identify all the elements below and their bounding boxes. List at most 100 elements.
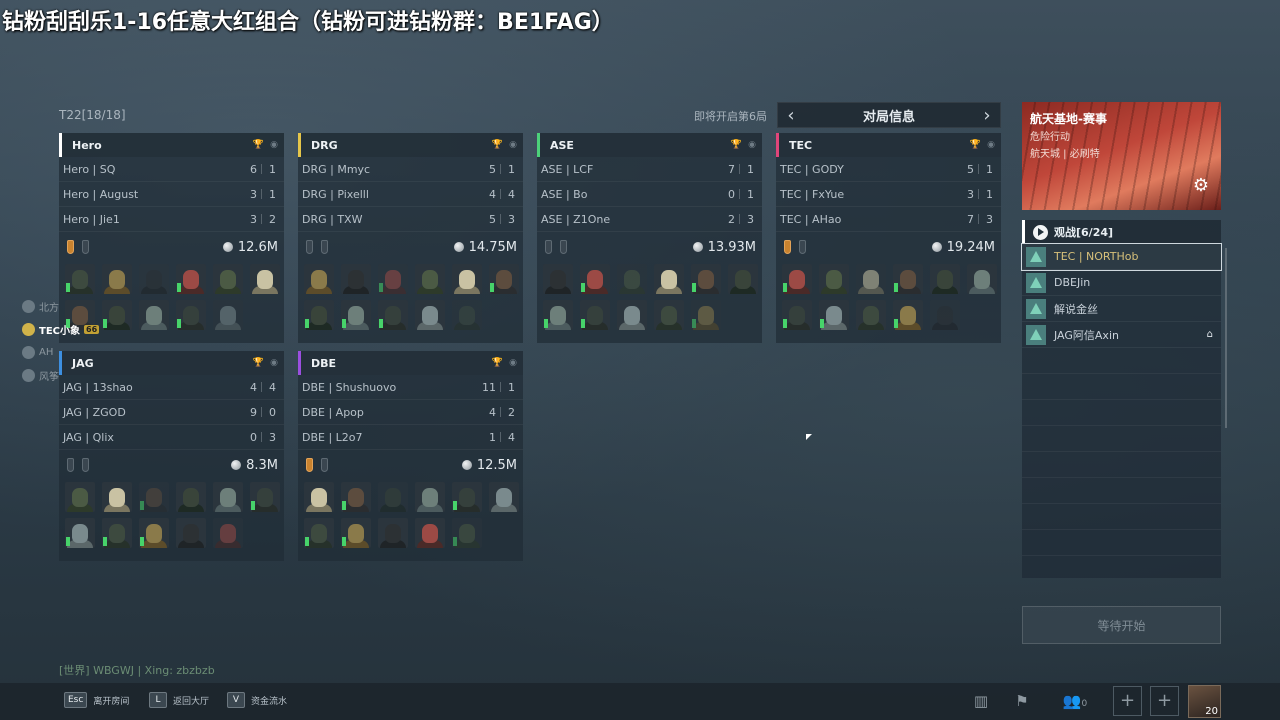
operator-avatar[interactable] bbox=[304, 264, 334, 294]
operator-avatar[interactable] bbox=[139, 300, 169, 330]
player-row[interactable]: Hero | SQ 6 1 bbox=[59, 157, 284, 182]
spectator-row[interactable]: DBEJin bbox=[1022, 270, 1221, 296]
operator-avatar[interactable] bbox=[304, 300, 334, 330]
operator-avatar[interactable] bbox=[782, 264, 812, 294]
operator-avatar[interactable] bbox=[415, 518, 445, 548]
player-row[interactable]: JAG | ZGOD 9 0 bbox=[59, 400, 284, 425]
operator-avatar[interactable] bbox=[691, 300, 721, 330]
operator-avatar[interactable] bbox=[341, 300, 371, 330]
operator-avatar[interactable] bbox=[543, 264, 573, 294]
operator-avatar[interactable] bbox=[930, 300, 960, 330]
operator-avatar[interactable] bbox=[819, 264, 849, 294]
left-list-item[interactable]: AH bbox=[22, 341, 99, 364]
operator-avatar[interactable] bbox=[654, 264, 684, 294]
operator-avatar[interactable] bbox=[304, 482, 334, 512]
player-row[interactable]: TEC | FxYue 3 1 bbox=[776, 182, 1001, 207]
player-avatar[interactable]: 20 bbox=[1188, 685, 1221, 718]
player-row[interactable]: ASE | Bo 0 1 bbox=[537, 182, 762, 207]
operator-avatar[interactable] bbox=[580, 300, 610, 330]
operator-avatar[interactable] bbox=[489, 482, 519, 512]
operator-avatar[interactable] bbox=[250, 482, 280, 512]
operator-avatar[interactable] bbox=[102, 482, 132, 512]
funds-flow-button[interactable]: V 资金流水 bbox=[227, 692, 287, 708]
player-row[interactable]: JAG | Qlix 0 3 bbox=[59, 425, 284, 450]
operator-avatar[interactable] bbox=[378, 300, 408, 330]
operator-avatar[interactable] bbox=[378, 518, 408, 548]
wait-start-button[interactable]: 等待开始 bbox=[1022, 606, 1221, 644]
operator-avatar[interactable] bbox=[65, 264, 95, 294]
operator-avatar[interactable] bbox=[782, 300, 812, 330]
operator-avatar[interactable] bbox=[415, 300, 445, 330]
add-slot-button[interactable]: + bbox=[1113, 686, 1142, 716]
spectator-row[interactable]: TEC | NORTHob bbox=[1021, 243, 1222, 271]
operator-avatar[interactable] bbox=[102, 300, 132, 330]
player-row[interactable]: DRG | TXW 5 3 bbox=[298, 207, 523, 232]
player-row[interactable]: Hero | August 3 1 bbox=[59, 182, 284, 207]
operator-avatar[interactable] bbox=[415, 482, 445, 512]
operator-avatar[interactable] bbox=[930, 264, 960, 294]
operator-avatar[interactable] bbox=[543, 300, 573, 330]
operator-avatar[interactable] bbox=[489, 264, 519, 294]
operator-avatar[interactable] bbox=[176, 264, 206, 294]
flag-icon[interactable]: ⚑ bbox=[1011, 690, 1033, 712]
operator-avatar[interactable] bbox=[617, 264, 647, 294]
operator-avatar[interactable] bbox=[341, 482, 371, 512]
spectator-scrollbar[interactable] bbox=[1225, 248, 1227, 428]
operator-avatar[interactable] bbox=[617, 300, 647, 330]
operator-avatar[interactable] bbox=[452, 264, 482, 294]
operator-avatar[interactable] bbox=[819, 300, 849, 330]
leave-room-button[interactable]: Esc 离开房间 bbox=[64, 692, 129, 708]
operator-avatar[interactable] bbox=[213, 300, 243, 330]
operator-avatar[interactable] bbox=[102, 518, 132, 548]
operator-avatar[interactable] bbox=[65, 482, 95, 512]
spectator-row[interactable]: 解说金丝 bbox=[1022, 296, 1221, 322]
operator-avatar[interactable] bbox=[213, 482, 243, 512]
operator-avatar[interactable] bbox=[452, 300, 482, 330]
player-row[interactable]: TEC | GODY 5 1 bbox=[776, 157, 1001, 182]
operator-avatar[interactable] bbox=[580, 264, 610, 294]
player-row[interactable]: ASE | LCF 7 1 bbox=[537, 157, 762, 182]
player-row[interactable]: DBE | L2o7 1 4 bbox=[298, 425, 523, 450]
operator-avatar[interactable] bbox=[856, 300, 886, 330]
operator-avatar[interactable] bbox=[967, 264, 997, 294]
operator-avatar[interactable] bbox=[378, 482, 408, 512]
stats-chart-icon[interactable]: ▥ bbox=[970, 690, 992, 712]
operator-avatar[interactable] bbox=[139, 264, 169, 294]
player-row[interactable]: TEC | AHao 7 3 bbox=[776, 207, 1001, 232]
operator-avatar[interactable] bbox=[341, 518, 371, 548]
operator-avatar[interactable] bbox=[893, 300, 923, 330]
friends-icon[interactable]: 👥0 bbox=[1058, 690, 1092, 712]
operator-avatar[interactable] bbox=[102, 264, 132, 294]
operator-avatar[interactable] bbox=[728, 264, 758, 294]
gear-icon[interactable]: ⚙ bbox=[1193, 175, 1209, 196]
operator-avatar[interactable] bbox=[415, 264, 445, 294]
left-list-item[interactable]: TEC小象 66 bbox=[22, 318, 100, 341]
operator-avatar[interactable] bbox=[378, 264, 408, 294]
next-arrow-icon[interactable]: › bbox=[980, 105, 994, 126]
player-row[interactable]: ASE | Z1One 2 3 bbox=[537, 207, 762, 232]
operator-avatar[interactable] bbox=[176, 482, 206, 512]
left-list-item[interactable]: 风筝 bbox=[22, 364, 99, 387]
player-row[interactable]: DBE | Shushuovo 11 1 bbox=[298, 375, 523, 400]
player-row[interactable]: Hero | Jie1 3 2 bbox=[59, 207, 284, 232]
spectator-row[interactable]: JAG阿信Axin ⌂ bbox=[1022, 322, 1221, 348]
player-row[interactable]: DRG | Pixelll 4 4 bbox=[298, 182, 523, 207]
left-list-item[interactable]: 北方 bbox=[22, 295, 99, 318]
operator-avatar[interactable] bbox=[176, 300, 206, 330]
operator-avatar[interactable] bbox=[250, 264, 280, 294]
return-lobby-button[interactable]: L 返回大厅 bbox=[149, 692, 209, 708]
operator-avatar[interactable] bbox=[65, 518, 95, 548]
operator-avatar[interactable] bbox=[341, 264, 371, 294]
operator-avatar[interactable] bbox=[452, 518, 482, 548]
operator-avatar[interactable] bbox=[213, 264, 243, 294]
player-row[interactable]: DRG | Mmyc 5 1 bbox=[298, 157, 523, 182]
operator-avatar[interactable] bbox=[304, 518, 334, 548]
operator-avatar[interactable] bbox=[139, 482, 169, 512]
operator-avatar[interactable] bbox=[213, 518, 243, 548]
operator-avatar[interactable] bbox=[893, 264, 923, 294]
operator-avatar[interactable] bbox=[856, 264, 886, 294]
add-slot-button-2[interactable]: + bbox=[1150, 686, 1179, 716]
operator-avatar[interactable] bbox=[139, 518, 169, 548]
operator-avatar[interactable] bbox=[691, 264, 721, 294]
prev-arrow-icon[interactable]: ‹ bbox=[784, 105, 798, 126]
